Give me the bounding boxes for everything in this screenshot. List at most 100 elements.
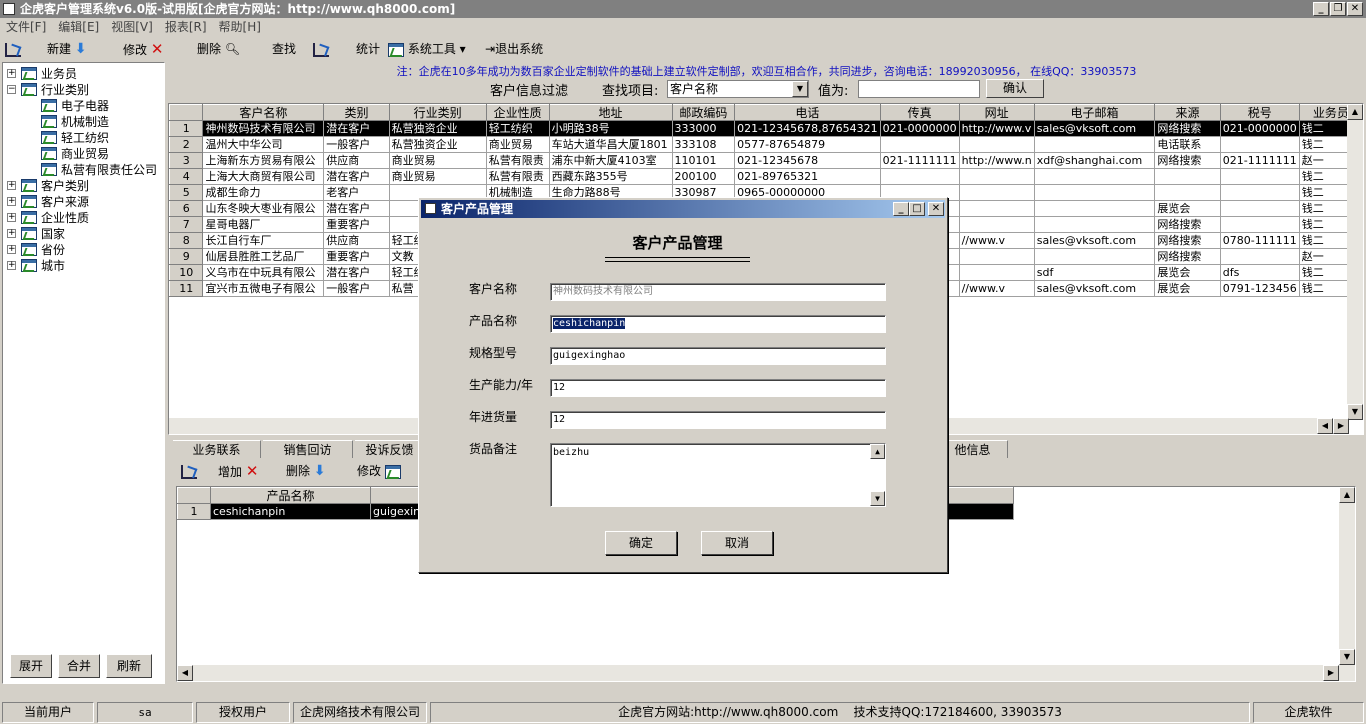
tab-business-contact[interactable]: 业务联系 [173,440,261,458]
new-button[interactable]: 新建 ⬇ [47,40,87,58]
vertical-scrollbar[interactable]: ▲ ▼ [1347,104,1363,420]
collapse-all-button[interactable]: 合并 [58,654,100,678]
scroll-left-icon[interactable]: ◀ [1317,418,1333,434]
column-header[interactable]: 产品名称 [210,487,371,504]
column-header[interactable]: 传真 [879,104,960,121]
tree-item[interactable]: + 城市 [3,258,163,274]
table-row[interactable]: 4 上海大大商贸有限公司 潜在客户 商业贸易 私营有限责 西藏东路355号 200100 02… [169,168,1363,185]
tab-other-info[interactable]: 他信息 [938,440,1008,458]
scroll-right-icon[interactable]: ▶ [1333,418,1349,434]
menu-help[interactable]: 帮助[H] [213,18,267,37]
tree-item[interactable]: + 国家 [3,226,163,242]
add-product-button[interactable]: 增加 ✕ [218,462,258,480]
scroll-down-icon[interactable]: ▼ [870,491,885,506]
expand-icon[interactable]: + [7,261,16,270]
minimize-button[interactable]: _ [1313,2,1329,16]
customer-name-field[interactable]: 神州数码技术有限公司 [550,283,886,301]
tree-item[interactable]: 商业贸易 [3,146,163,162]
filter-value-input[interactable] [858,80,980,98]
table-row[interactable]: 1 神州数码技术有限公司 潜在客户 私营独资企业 轻工纺织 小明路38号 333000 021… [169,120,1363,137]
expand-icon[interactable]: + [7,229,16,238]
close-button[interactable]: ✕ [1347,2,1363,16]
scroll-up-icon[interactable]: ▲ [870,444,885,459]
column-header[interactable]: 来源 [1154,104,1221,121]
edit-product-button[interactable]: 修改 [357,462,401,480]
expand-icon[interactable]: + [7,213,16,222]
column-header[interactable]: 企业性质 [485,104,550,121]
scroll-down-icon[interactable]: ▼ [1347,404,1363,420]
filter-field-select[interactable]: 客户名称 ▼ [667,80,809,98]
menu-view[interactable]: 视图[V] [105,18,159,37]
tree-item[interactable]: 电子电器 [3,98,163,114]
column-header[interactable]: 税号 [1219,104,1300,121]
dialog-minimize-button[interactable]: _ [893,202,909,216]
capacity-field[interactable]: 12 [550,379,886,397]
expand-icon[interactable]: + [7,245,16,254]
table-row[interactable]: 2 温州大中华公司 一般客户 私营独资企业 商业贸易 车站大道华昌大厦1801 333108… [169,136,1363,153]
expand-icon[interactable]: + [7,197,16,206]
product-vertical-scrollbar[interactable]: ▲ ▼ [1339,487,1355,681]
expand-icon[interactable]: + [7,181,16,190]
menu-report[interactable]: 报表[R] [159,18,213,37]
column-header[interactable]: 地址 [548,104,673,121]
menu-bar: 文件[F] 编辑[E] 视图[V] 报表[R] 帮助[H] [0,18,1366,37]
tree-item[interactable]: − 行业类别 [3,82,163,98]
scroll-up-icon[interactable]: ▲ [1347,104,1363,120]
product-name-field[interactable]: ceshichanpin [550,315,886,333]
column-header[interactable] [177,487,211,504]
ok-button[interactable]: 确定 [605,531,677,555]
column-header[interactable]: 电话 [734,104,881,121]
tree-item[interactable]: + 客户来源 [3,194,163,210]
scroll-down-icon[interactable]: ▼ [1339,649,1355,665]
column-header[interactable]: 电子邮箱 [1033,104,1156,121]
tree-item[interactable]: + 企业性质 [3,210,163,226]
stats-icon-button[interactable] [313,40,329,58]
tree-item[interactable]: + 业务员 [3,66,163,82]
menu-edit[interactable]: 编辑[E] [52,18,105,37]
annual-purchase-field[interactable]: 12 [550,411,886,429]
product-horizontal-scrollbar[interactable]: ◀ ▶ [177,665,1355,681]
stats-button[interactable]: 统计 [356,40,380,58]
scroll-right-icon[interactable]: ▶ [1323,665,1339,681]
cancel-button[interactable]: 取消 [701,531,773,555]
delete-button[interactable]: 删除 🔍︎ [197,40,240,58]
spec-model-field[interactable]: guigexinghao [550,347,886,365]
table-cell [1033,168,1156,185]
expand-all-button[interactable]: 展开 [10,654,52,678]
column-header[interactable]: 行业类别 [388,104,487,121]
tab-sales-followup[interactable]: 销售回访 [263,440,353,458]
column-header[interactable]: 网址 [958,104,1035,121]
remark-textarea[interactable]: beizhu ▲ ▼ [550,443,886,507]
expand-icon[interactable]: + [7,69,16,78]
column-header[interactable]: 客户名称 [202,104,325,121]
refresh-button[interactable]: 刷新 [106,654,152,678]
tree-item[interactable]: 轻工纺织 [3,130,163,146]
tree-item[interactable]: + 省份 [3,242,163,258]
exit-button[interactable]: ⇥退出系统 [485,40,543,58]
maximize-button[interactable]: ❐ [1330,2,1346,16]
table-cell [958,136,1035,153]
menu-file[interactable]: 文件[F] [0,18,52,37]
find-button[interactable]: 查找 [272,40,296,58]
collapse-icon[interactable]: − [7,85,16,94]
confirm-filter-button[interactable]: 确认 [986,79,1044,98]
delete-product-button[interactable]: 删除 ⬇ [286,462,326,480]
scroll-up-icon[interactable]: ▲ [1339,487,1355,503]
chevron-down-icon[interactable]: ▼ [792,81,808,97]
edit-button[interactable]: 修改 ✕ [123,40,163,58]
table-row[interactable]: 3 上海新东方贸易有限公 供应商 商业贸易 私营有限责 浦东中新大厦4103室 110101… [169,152,1363,169]
grid-tool-icon[interactable] [5,40,21,58]
tree-item[interactable]: 机械制造 [3,114,163,130]
scroll-left-icon[interactable]: ◀ [177,665,193,681]
licensed-user-value: 企虎网络技术有限公司 [293,702,427,723]
column-header[interactable]: 类别 [323,104,390,121]
column-header[interactable]: 邮政编码 [671,104,736,121]
tools-button[interactable]: 系统工具 ▾ [388,40,466,58]
tree-item[interactable]: + 客户类别 [3,178,163,194]
tab-complaints[interactable]: 投诉反馈 [355,440,425,458]
dialog-close-button[interactable]: ✕ [928,202,944,216]
column-header[interactable] [169,104,204,121]
dialog-maximize-button[interactable]: □ [909,202,925,216]
sub-chart-button[interactable] [181,462,197,480]
tree-item[interactable]: 私营有限责任公司 [3,162,163,178]
